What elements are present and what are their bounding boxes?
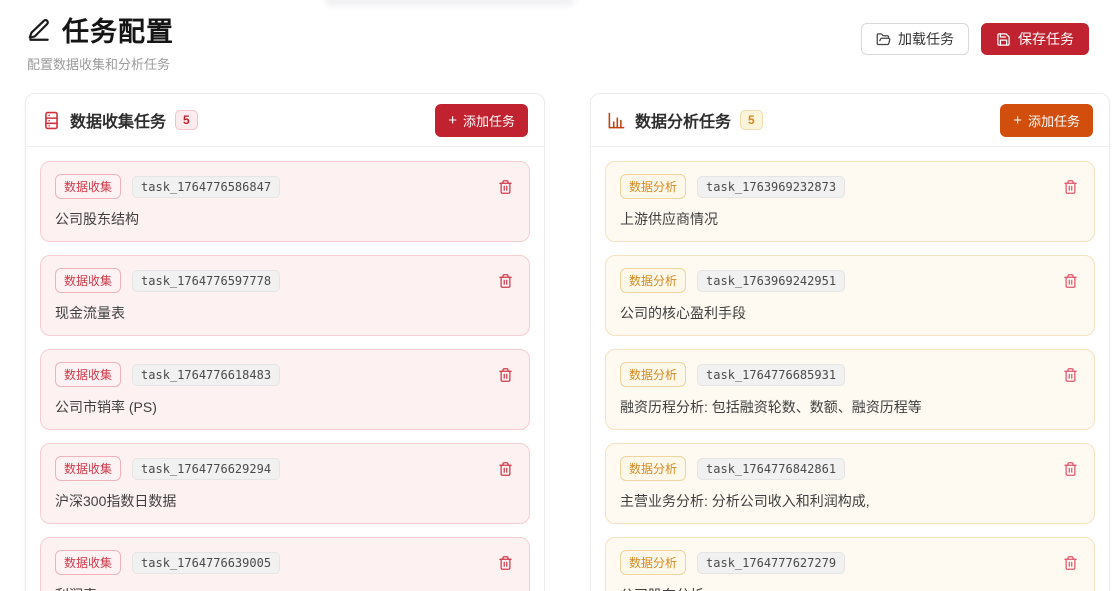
save-floppy-icon xyxy=(996,32,1011,47)
task-description: 上游供应商情况 xyxy=(620,209,1080,229)
data-analysis-panel: 数据分析任务 5 + 添加任务 数据分析 task_1763969232873 … xyxy=(590,93,1110,591)
task-description: 利润表 xyxy=(55,585,515,591)
task-type-badge: 数据分析 xyxy=(620,362,686,387)
task-card: 数据收集 task_1764776618483 公司市销率 (PS) xyxy=(40,349,530,430)
page-title-block: 任务配置 配置数据收集和分析任务 xyxy=(26,10,174,73)
trash-icon xyxy=(1063,555,1078,571)
task-id: task_1764776629294 xyxy=(132,458,280,480)
collection-count-badge: 5 xyxy=(175,110,198,130)
task-description: 公司的核心盈利手段 xyxy=(620,303,1080,323)
task-type-badge: 数据分析 xyxy=(620,456,686,481)
add-analysis-task-label: 添加任务 xyxy=(1028,111,1080,130)
add-collection-task-label: 添加任务 xyxy=(463,111,515,130)
delete-task-button[interactable] xyxy=(1061,177,1080,197)
collection-panel-title: 数据收集任务 xyxy=(70,108,166,132)
task-card: 数据分析 task_1763969242951 公司的核心盈利手段 xyxy=(605,255,1095,336)
task-card: 数据分析 task_1764776842861 主营业务分析: 分析公司收入和利… xyxy=(605,443,1095,524)
toolbar: 加载任务 保存任务 xyxy=(861,23,1089,55)
analysis-count-badge: 5 xyxy=(740,110,763,130)
trash-icon xyxy=(498,555,513,571)
bar-chart-icon xyxy=(607,111,626,130)
task-description: 公司股东分析 xyxy=(620,585,1080,591)
trash-icon xyxy=(498,179,513,195)
analysis-panel-title: 数据分析任务 xyxy=(635,108,731,132)
load-tasks-label: 加载任务 xyxy=(898,29,954,49)
trash-icon xyxy=(498,367,513,383)
task-type-badge: 数据收集 xyxy=(55,550,121,575)
task-card: 数据收集 task_1764776597778 现金流量表 xyxy=(40,255,530,336)
delete-task-button[interactable] xyxy=(496,271,515,291)
task-type-badge: 数据收集 xyxy=(55,268,121,293)
task-description: 公司市销率 (PS) xyxy=(55,397,515,417)
task-card: 数据分析 task_1764776685931 融资历程分析: 包括融资轮数、数… xyxy=(605,349,1095,430)
folder-open-icon xyxy=(876,32,891,47)
collection-panel-header: 数据收集任务 5 + 添加任务 xyxy=(26,94,544,147)
save-tasks-button[interactable]: 保存任务 xyxy=(981,23,1089,55)
task-id: task_1764776685931 xyxy=(697,364,845,386)
task-id: task_1763969232873 xyxy=(697,176,845,198)
task-id: task_1764776597778 xyxy=(132,270,280,292)
add-analysis-task-button[interactable]: + 添加任务 xyxy=(1000,104,1093,137)
trash-icon xyxy=(1063,461,1078,477)
page-title: 任务配置 xyxy=(62,10,174,49)
task-description: 现金流量表 xyxy=(55,303,515,323)
trash-icon xyxy=(1063,273,1078,289)
task-card: 数据收集 task_1764776586847 公司股东结构 xyxy=(40,161,530,242)
analysis-task-list: 数据分析 task_1763969232873 上游供应商情况 数据分析 tas… xyxy=(591,147,1109,591)
task-card: 数据分析 task_1763969232873 上游供应商情况 xyxy=(605,161,1095,242)
task-description: 沪深300指数日数据 xyxy=(55,491,515,511)
delete-task-button[interactable] xyxy=(1061,553,1080,573)
collection-task-list: 数据收集 task_1764776586847 公司股东结构 数据收集 task… xyxy=(26,147,544,591)
delete-task-button[interactable] xyxy=(496,459,515,479)
task-id: task_1764776842861 xyxy=(697,458,845,480)
delete-task-button[interactable] xyxy=(1061,271,1080,291)
delete-task-button[interactable] xyxy=(1061,365,1080,385)
task-card: 数据收集 task_1764776629294 沪深300指数日数据 xyxy=(40,443,530,524)
task-id: task_1764776639005 xyxy=(132,552,280,574)
add-collection-task-button[interactable]: + 添加任务 xyxy=(435,104,528,137)
delete-task-button[interactable] xyxy=(496,553,515,573)
task-card: 数据收集 task_1764776639005 利润表 xyxy=(40,537,530,591)
delete-task-button[interactable] xyxy=(496,365,515,385)
plus-icon: + xyxy=(1013,113,1022,128)
task-type-badge: 数据收集 xyxy=(55,174,121,199)
delete-task-button[interactable] xyxy=(496,177,515,197)
task-id: task_1764776618483 xyxy=(132,364,280,386)
task-card: 数据分析 task_1764777627279 公司股东分析 xyxy=(605,537,1095,591)
trash-icon xyxy=(498,461,513,477)
delete-task-button[interactable] xyxy=(1061,459,1080,479)
panels-container: 数据收集任务 5 + 添加任务 数据收集 task_1764776586847 … xyxy=(25,93,1113,591)
analysis-panel-header: 数据分析任务 5 + 添加任务 xyxy=(591,94,1109,147)
task-description: 公司股东结构 xyxy=(55,209,515,229)
data-collection-panel: 数据收集任务 5 + 添加任务 数据收集 task_1764776586847 … xyxy=(25,93,545,591)
task-id: task_1764777627279 xyxy=(697,552,845,574)
task-type-badge: 数据分析 xyxy=(620,174,686,199)
task-type-badge: 数据分析 xyxy=(620,550,686,575)
trash-icon xyxy=(1063,367,1078,383)
task-id: task_1764776586847 xyxy=(132,176,280,198)
plus-icon: + xyxy=(448,113,457,128)
database-server-icon xyxy=(42,111,61,130)
load-tasks-button[interactable]: 加载任务 xyxy=(861,23,969,55)
save-tasks-label: 保存任务 xyxy=(1018,29,1074,49)
task-type-badge: 数据分析 xyxy=(620,268,686,293)
edit-pencil-icon xyxy=(26,17,52,43)
task-type-badge: 数据收集 xyxy=(55,456,121,481)
page-header: 任务配置 配置数据收集和分析任务 加载任务 保存任务 xyxy=(0,0,1113,73)
task-description: 融资历程分析: 包括融资轮数、数额、融资历程等 xyxy=(620,397,1080,417)
trash-icon xyxy=(1063,179,1078,195)
page-subtitle: 配置数据收集和分析任务 xyxy=(27,54,174,73)
task-id: task_1763969242951 xyxy=(697,270,845,292)
top-edge-decoration xyxy=(325,0,575,6)
task-description: 主营业务分析: 分析公司收入和利润构成, xyxy=(620,491,1080,511)
task-type-badge: 数据收集 xyxy=(55,362,121,387)
trash-icon xyxy=(498,273,513,289)
